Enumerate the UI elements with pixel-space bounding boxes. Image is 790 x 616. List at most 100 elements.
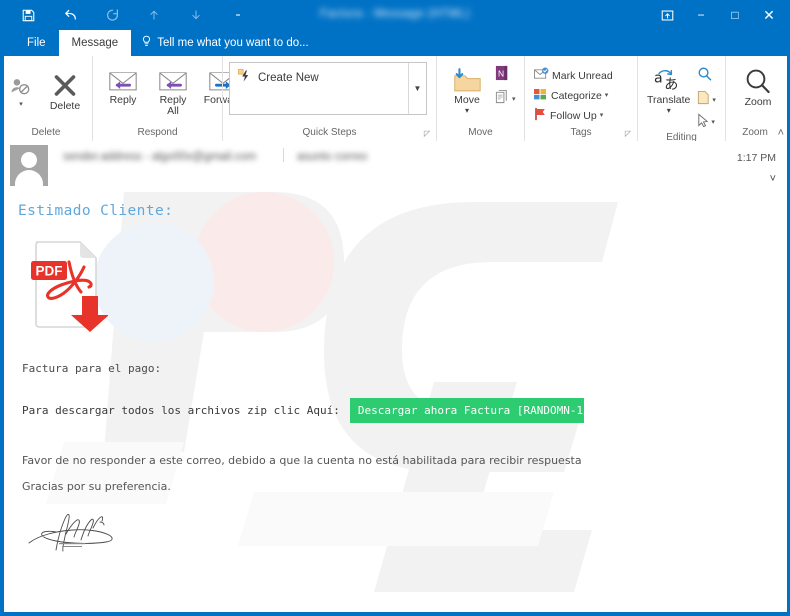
tab-message[interactable]: Message [58, 30, 132, 56]
ribbon-group-tags-label: Tags ◸ [525, 127, 637, 141]
reply-all-button[interactable]: Reply All [148, 63, 198, 117]
quick-step-create-new-label: Create New [258, 71, 319, 84]
tab-file[interactable]: File [14, 30, 59, 56]
onenote-button[interactable]: N [494, 65, 516, 86]
download-now-button[interactable]: Descargar ahora Factura [RANDOMN-1/1 [349, 398, 584, 423]
header-divider [283, 148, 284, 162]
message-header: sender.address - algo00x@gmail.com asunt… [0, 141, 790, 193]
find-magnifier-icon [696, 66, 713, 87]
move-button-label: Move [454, 94, 480, 106]
translate-button[interactable]: a あ Translate ▾ [643, 63, 694, 115]
flag-icon [533, 107, 547, 124]
ribbon-group-quick-steps: Create New ▼ Quick Steps ◸ [222, 56, 436, 141]
window-border-bottom [0, 612, 790, 616]
ribbon-group-zoom-label: Zoom [742, 127, 768, 138]
tags-group-text: Tags [570, 127, 592, 138]
mark-unread-button[interactable]: Mark Unread [530, 66, 616, 86]
tags-dialog-launcher-icon[interactable]: ◸ [624, 130, 632, 138]
ribbon-display-options-icon[interactable] [650, 0, 684, 30]
svg-text:あ: あ [664, 76, 678, 92]
rules-caret-icon: ▾ [512, 96, 516, 103]
categorize-caret-icon: ▾ [604, 92, 609, 99]
download-row: Para descargar todos los archivos zip cl… [22, 398, 584, 423]
body-invoice-line: Factura para el pago: [22, 362, 162, 375]
quick-steps-dropdown-chevron-down-icon[interactable]: ▼ [408, 63, 426, 114]
ignore-caret-icon: ▾ [19, 101, 23, 108]
find-button[interactable] [696, 66, 716, 87]
ignore-button[interactable]: ▾ [2, 69, 40, 108]
lightning-bolt-icon [238, 69, 251, 86]
quick-steps-gallery[interactable]: Create New ▼ [229, 62, 427, 115]
translate-caret-icon: ▾ [666, 106, 671, 115]
related-caret-icon: ▾ [712, 96, 716, 104]
lightbulb-icon [141, 35, 152, 51]
rules-icon [494, 89, 511, 110]
tell-me-label: Tell me what you want to do... [157, 37, 309, 49]
reply-button[interactable]: Reply [98, 63, 148, 106]
mark-unread-icon [533, 67, 549, 84]
download-prompt-text: Para descargar todos los archivos zip cl… [22, 404, 340, 417]
move-caret-icon: ▾ [464, 106, 469, 115]
body-thanks-line: Gracias por su preferencia. [22, 480, 171, 493]
message-body: Estimado Cliente: PDF Factura para el pa… [4, 192, 788, 612]
expand-header-chevron-down-icon[interactable]: ˅ [770, 173, 776, 185]
pdf-badge-label: PDF [36, 264, 63, 279]
follow-up-button[interactable]: Follow Up ▾ [530, 106, 606, 126]
follow-up-label: Follow Up [550, 109, 597, 122]
reply-all-icon [157, 65, 189, 95]
onenote-icon: N [494, 65, 511, 86]
title-bar: Factura - Message (HTML) − □ ✕ [0, 0, 790, 30]
reply-icon [107, 65, 139, 95]
ribbon-tab-strip: File Message Tell me what you want to do… [0, 30, 790, 56]
ribbon-group-delete: ▾ Delete Delete [0, 56, 92, 141]
ribbon-group-delete-label: Delete [31, 127, 61, 138]
ribbon-group-tags: Mark Unread Categorize ▾ Follow Up ▾ Tag… [524, 56, 637, 141]
minimize-button[interactable]: − [684, 0, 718, 30]
outlook-message-window: Factura - Message (HTML) − □ ✕ File Mess… [0, 0, 790, 616]
zoom-button[interactable]: Zoom [731, 65, 785, 108]
body-greeting: Estimado Cliente: [18, 203, 174, 219]
move-button[interactable]: Move ▾ [442, 63, 492, 115]
categorize-label: Categorize [551, 89, 602, 102]
pdf-download-icon[interactable]: PDF [22, 239, 108, 335]
collapse-ribbon-chevron-up-icon[interactable]: ˄ [778, 127, 784, 139]
follow-up-caret-icon: ▾ [599, 112, 604, 119]
ribbon-group-quick-steps-label: Quick Steps ◸ [223, 127, 436, 141]
window-border-left [0, 30, 4, 616]
quick-steps-group-text: Quick Steps [302, 127, 357, 138]
delete-button[interactable]: Delete [40, 69, 90, 112]
message-subject: asunto correo [297, 151, 368, 163]
avatar-head [21, 152, 37, 168]
related-document-icon [696, 90, 711, 110]
mark-unread-label: Mark Unread [552, 69, 613, 82]
ribbon-group-move: Move ▾ N ▾ Move [436, 56, 524, 141]
translate-label: Translate [647, 94, 691, 106]
ribbon-group-respond: Reply Reply All Forward Respond [92, 56, 277, 141]
move-folder-icon [451, 65, 483, 95]
ribbon-group-respond-label: Respond [137, 127, 178, 138]
quick-step-create-new[interactable]: Create New [238, 69, 400, 86]
zoom-button-label: Zoom [744, 96, 772, 108]
svg-text:N: N [498, 68, 504, 78]
select-button[interactable]: ▾ [696, 113, 716, 132]
delete-x-icon [52, 71, 78, 101]
sender-address: sender.address - algo00x@gmail.com [63, 151, 257, 163]
related-button[interactable]: ▾ [696, 90, 716, 110]
ribbon-group-editing: a あ Translate ▾ ▾ ▾ Editing [637, 56, 725, 143]
signature-image [28, 513, 113, 552]
svg-text:a: a [654, 70, 663, 86]
select-caret-icon: ▾ [711, 119, 715, 126]
tell-me-search[interactable]: Tell me what you want to do... [141, 30, 309, 56]
categorize-button[interactable]: Categorize ▾ [530, 86, 611, 106]
ignore-icon [9, 71, 33, 101]
avatar-body [15, 170, 43, 186]
zoom-magnifier-icon [743, 67, 773, 97]
quick-steps-dialog-launcher-icon[interactable]: ◸ [423, 130, 431, 138]
rules-button[interactable]: ▾ [494, 89, 516, 110]
ribbon-group-zoom: Zoom Zoom ˄ [725, 56, 790, 141]
maximize-button[interactable]: □ [718, 0, 752, 30]
delete-button-label: Delete [49, 100, 81, 112]
avatar [10, 145, 48, 186]
close-button[interactable]: ✕ [752, 0, 786, 30]
translate-icon: a あ [653, 65, 685, 95]
